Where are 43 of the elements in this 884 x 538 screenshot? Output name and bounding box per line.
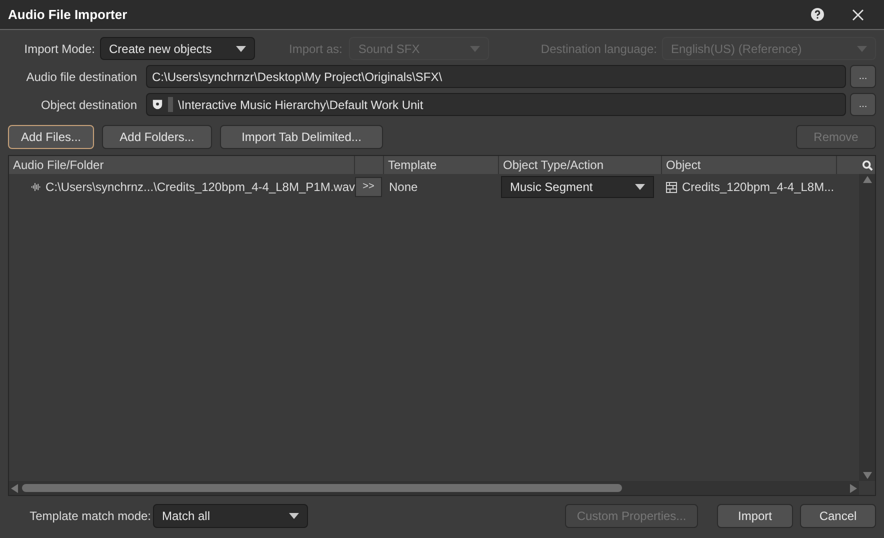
scroll-up-icon[interactable]: [862, 176, 872, 183]
browse-button[interactable]: ...: [850, 65, 876, 88]
help-icon[interactable]: [811, 8, 824, 21]
waveform-icon: [31, 182, 41, 192]
field-label: Object destination: [40, 96, 138, 114]
column-header[interactable]: Object Type/Action: [499, 156, 662, 174]
segment-icon: [666, 182, 677, 192]
button[interactable]: Add Folders...: [102, 125, 212, 149]
search-icon[interactable]: [862, 160, 872, 170]
field-label: Import Mode:: [23, 40, 96, 58]
caret-icon: [236, 46, 246, 52]
dropdown[interactable]: Match all: [153, 504, 308, 528]
path-field[interactable]: \Interactive Music Hierarchy\Default Work Unit: [146, 93, 846, 116]
caret-icon: [289, 513, 299, 519]
horizontal-scrollbar[interactable]: [9, 481, 859, 495]
close-icon[interactable]: [852, 8, 864, 20]
browse-button[interactable]: ...: [850, 93, 876, 116]
table-cell-text: Credits_120bpm_4-4_L8M...: [682, 179, 834, 196]
table-cell-text: None: [388, 179, 419, 196]
button[interactable]: Import: [717, 504, 793, 528]
scroll-down-icon[interactable]: [862, 472, 872, 479]
button[interactable]: Add Files...: [8, 125, 94, 149]
separator-bar: [168, 97, 173, 112]
column-header[interactable]: Audio File/Folder: [9, 156, 355, 174]
shield-icon: [152, 99, 163, 110]
button[interactable]: Cancel: [800, 504, 876, 528]
caret-icon: [635, 184, 645, 190]
scroll-right-icon[interactable]: [850, 484, 857, 492]
column-header[interactable]: Template: [384, 156, 499, 174]
vertical-scrollbar[interactable]: [859, 174, 875, 481]
scroll-left-icon[interactable]: [11, 484, 18, 492]
field-label: Template match mode:: [28, 508, 152, 525]
caret-icon: [470, 46, 480, 52]
path-field[interactable]: C:\Users\synchrnzr\Desktop\My Project\Originals\SFX\: [146, 65, 846, 88]
assign-button[interactable]: >>: [355, 177, 382, 197]
button[interactable]: Import Tab Delimited...: [220, 125, 383, 149]
caret-icon: [857, 46, 867, 52]
table-cell-text: C:\Users\synchrnz...\Credits_120bpm_4-4_L8M_P1M.wav: [46, 179, 355, 196]
field-label: Audio file destination: [25, 68, 138, 86]
dropdown[interactable]: Create new objects: [100, 37, 255, 60]
window-title: Audio File Importer: [8, 6, 128, 24]
dropdown[interactable]: Music Segment: [501, 176, 654, 198]
column-header[interactable]: Object: [662, 156, 837, 174]
